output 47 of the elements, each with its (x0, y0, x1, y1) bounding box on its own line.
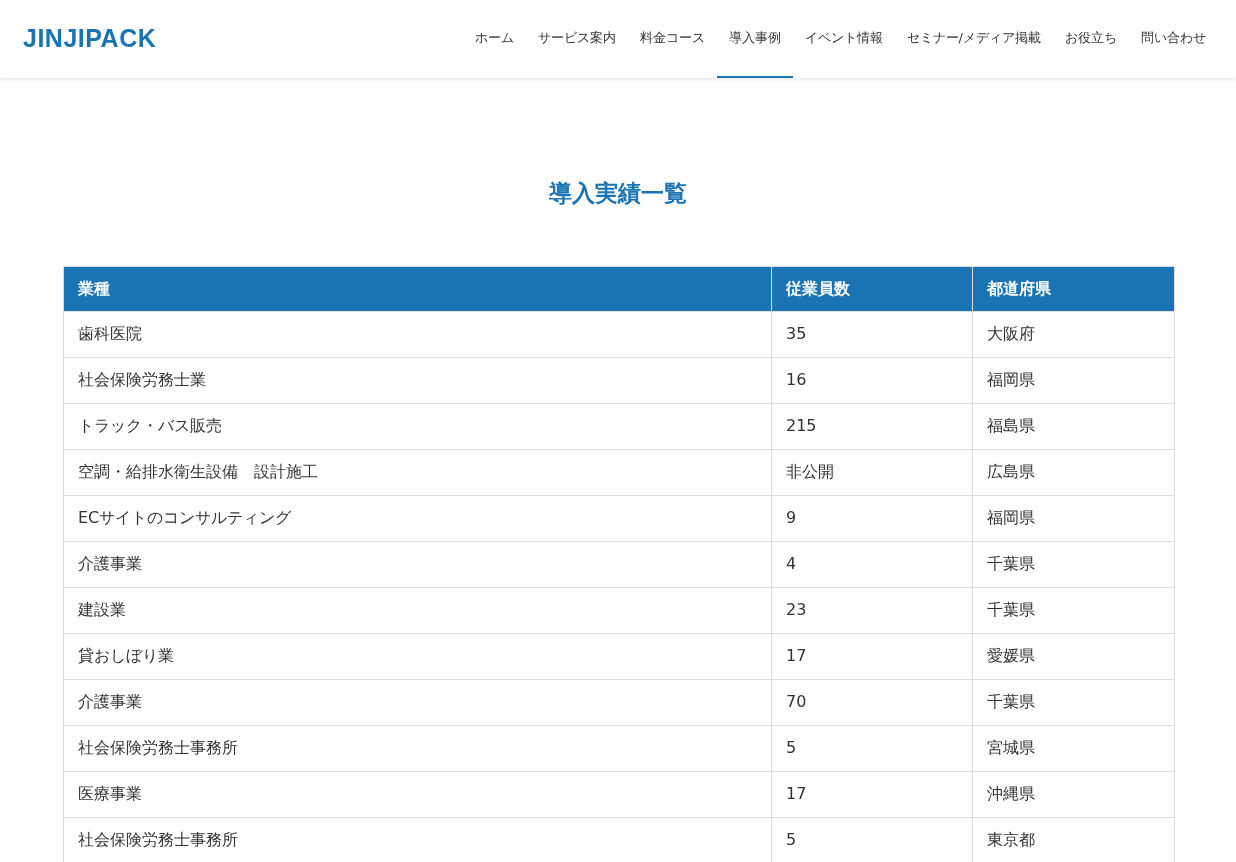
column-header: 都道府県 (972, 266, 1175, 311)
table-cell: 70 (771, 679, 973, 725)
table-cell: 福島県 (972, 403, 1175, 449)
table-cell: 沖縄県 (972, 771, 1175, 817)
table-cell: 5 (771, 725, 973, 771)
table-cell: 非公開 (771, 449, 973, 495)
table-cell: 福岡県 (972, 495, 1175, 541)
table-cell: 9 (771, 495, 973, 541)
nav-link[interactable]: ホーム (462, 0, 526, 78)
table-cell: 215 (771, 403, 973, 449)
nav-link[interactable]: サービス案内 (525, 0, 628, 78)
table-cell: 医療事業 (63, 771, 772, 817)
table-cell: 4 (771, 541, 973, 587)
table-cell: 社会保険労務士事務所 (63, 817, 772, 862)
table-cell: 23 (771, 587, 973, 633)
nav-link[interactable]: イベント情報 (792, 0, 895, 78)
table-cell: 千葉県 (972, 679, 1175, 725)
table-cell: 建設業 (63, 587, 772, 633)
table-cell: 貸おしぼり業 (63, 633, 772, 679)
table-cell: 35 (771, 311, 973, 357)
nav-link[interactable]: お役立ち (1053, 0, 1129, 78)
nav-link[interactable]: 料金コース (627, 0, 717, 78)
table-cell: 17 (771, 633, 973, 679)
nav-link[interactable]: 導入事例 (716, 0, 793, 78)
table-cell: 大阪府 (972, 311, 1175, 357)
table-cell: 千葉県 (972, 587, 1175, 633)
table-cell: 千葉県 (972, 541, 1175, 587)
table-cell: 介護事業 (63, 541, 772, 587)
table-cell: 17 (771, 771, 973, 817)
page-title: 導入実績一覧 (548, 179, 688, 208)
table-cell: 福岡県 (972, 357, 1175, 403)
table-cell: 介護事業 (63, 679, 772, 725)
table-cell: 16 (771, 357, 973, 403)
table-cell: 社会保険労務士事務所 (63, 725, 772, 771)
table-cell: 歯科医院 (63, 311, 772, 357)
table-cell: 宮城県 (972, 725, 1175, 771)
table-cell: ECサイトのコンサルティング (63, 495, 772, 541)
nav-link[interactable]: セミナー/メディア掲載 (894, 0, 1053, 78)
table-cell: トラック・バス販売 (63, 403, 772, 449)
table-cell: 愛媛県 (972, 633, 1175, 679)
nav-link[interactable]: 問い合わせ (1129, 0, 1218, 78)
table-cell: 社会保険労務士業 (63, 357, 772, 403)
site-logo[interactable]: JINJIPACK (23, 20, 157, 58)
table-cell: 広島県 (972, 449, 1175, 495)
column-header: 業種 (63, 266, 772, 311)
table-cell: 空調・給排水衛生設備 設計施工 (63, 449, 772, 495)
column-header: 従業員数 (771, 266, 973, 311)
